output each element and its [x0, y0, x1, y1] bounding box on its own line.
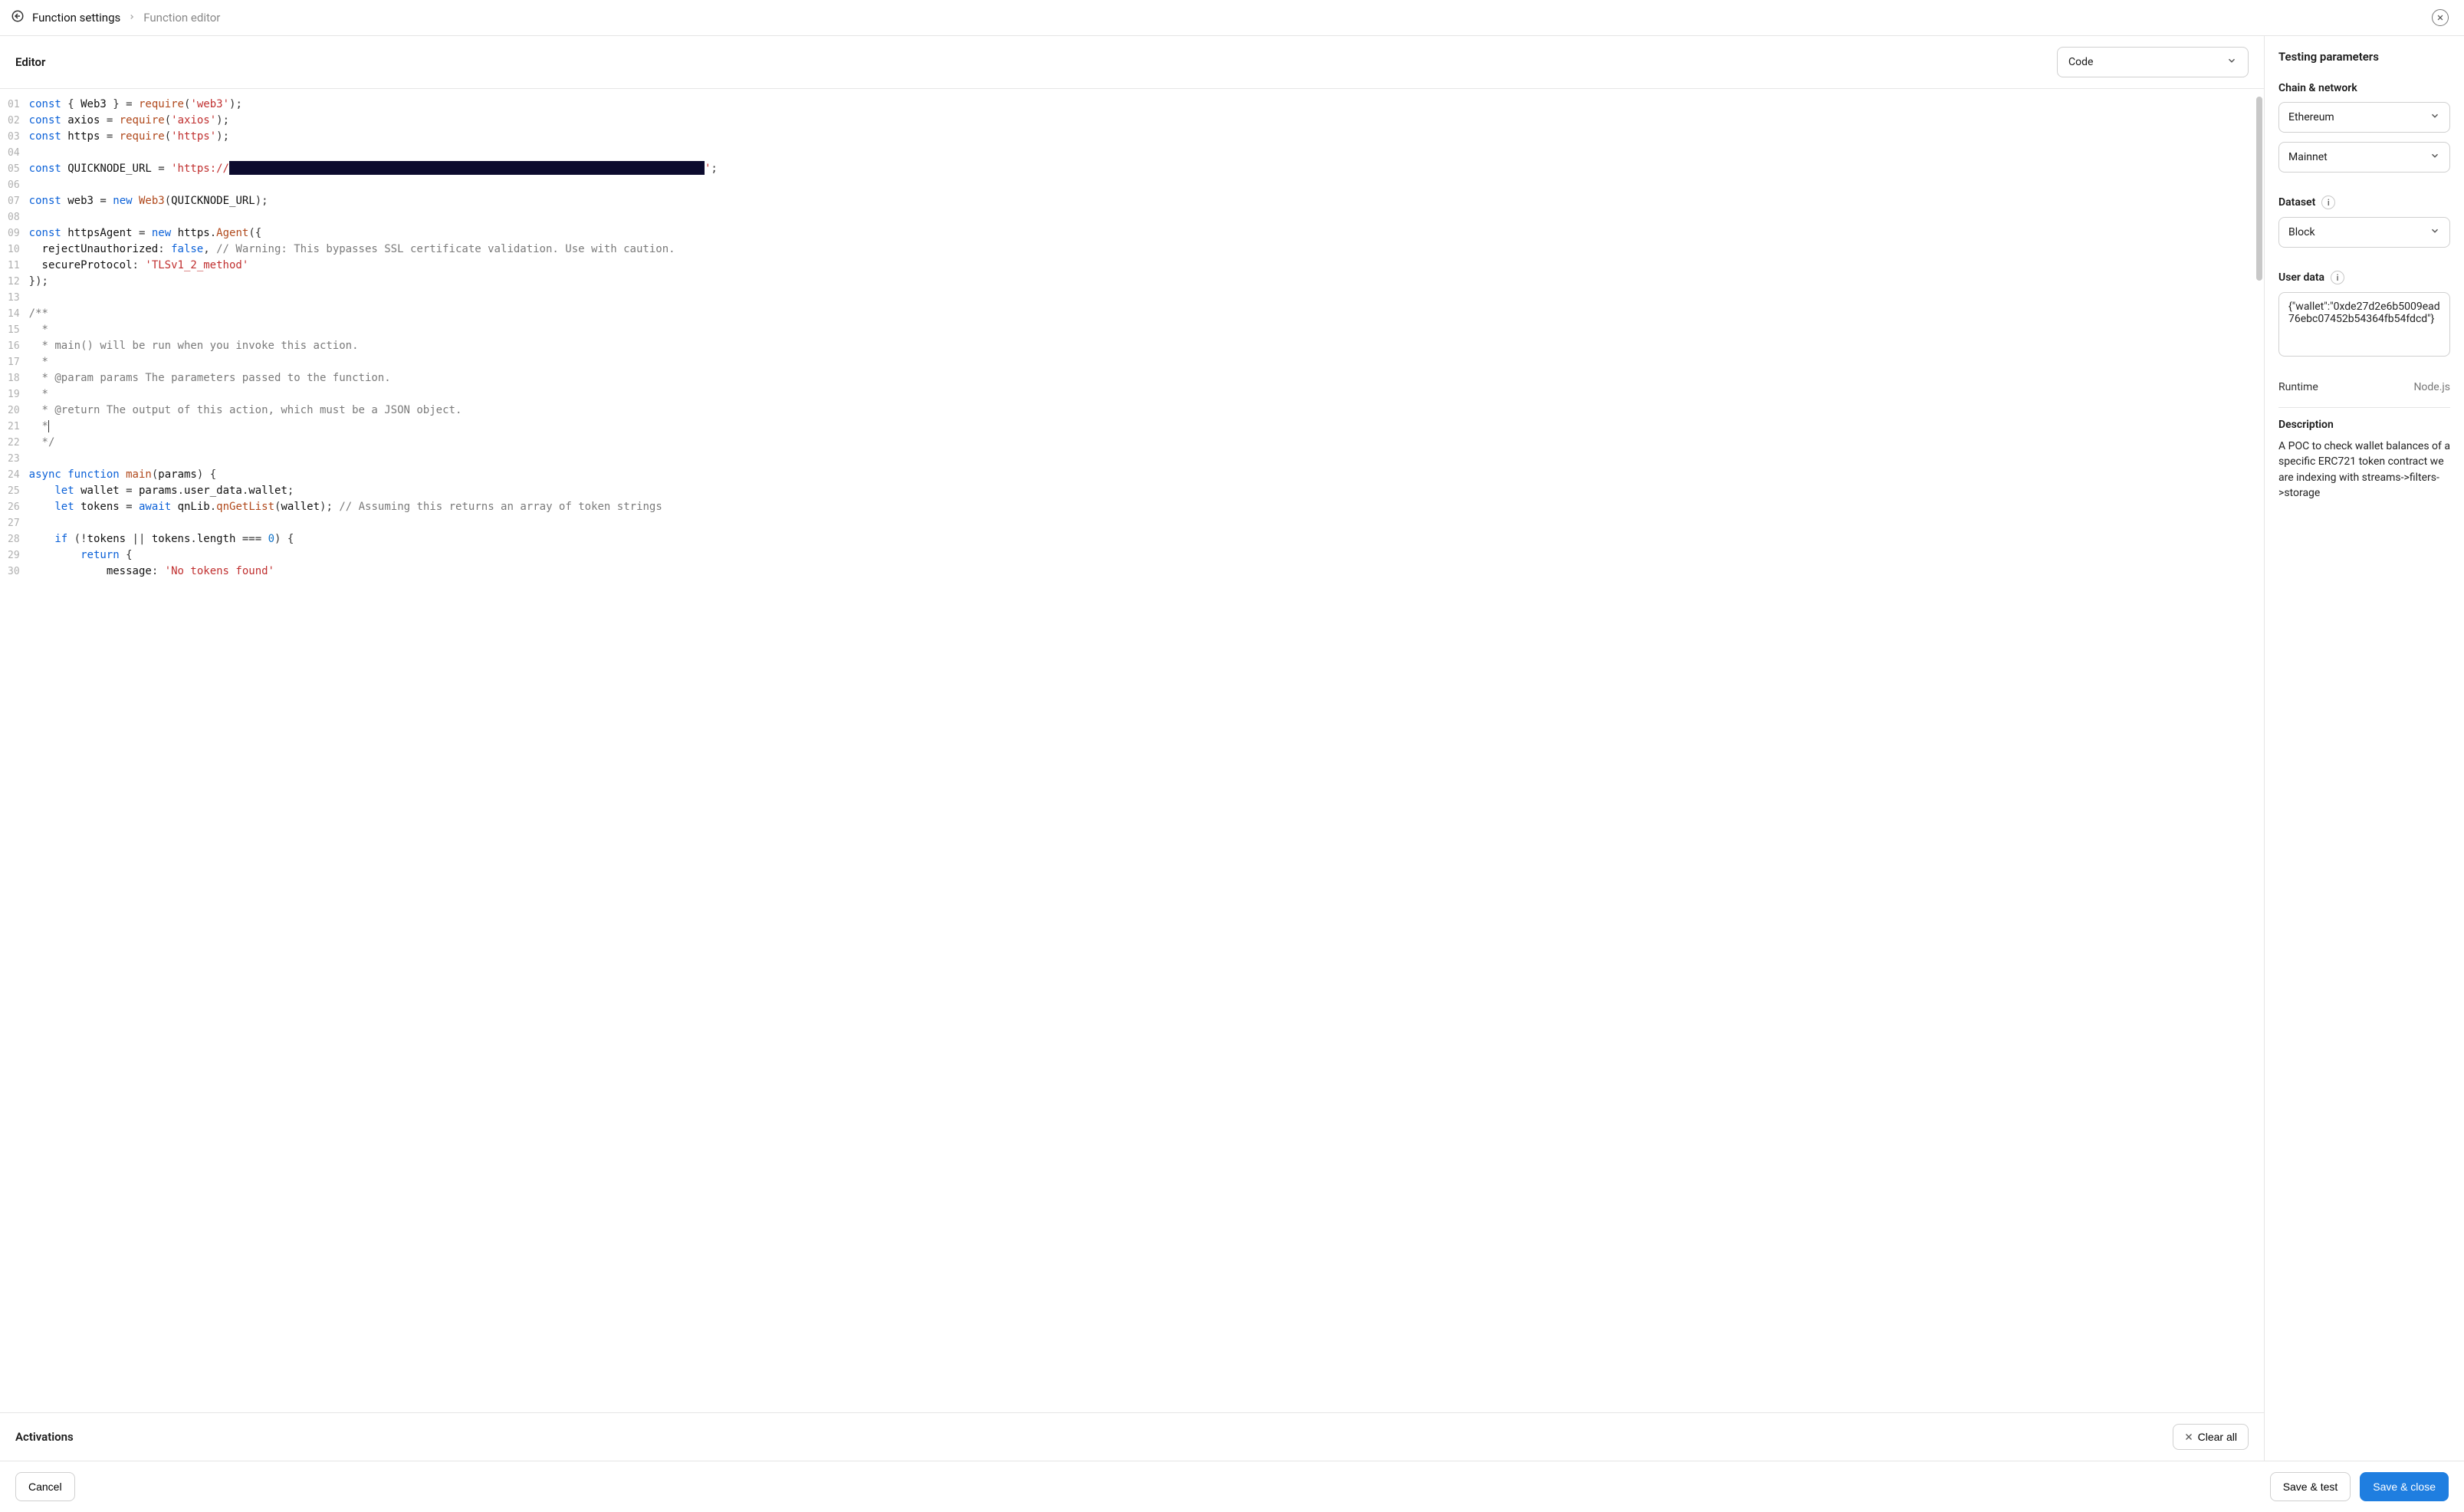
chevron-right-icon [128, 12, 136, 23]
editor-title: Editor [15, 55, 45, 69]
clear-all-label: Clear all [2198, 1431, 2237, 1443]
save-test-button[interactable]: Save & test [2270, 1472, 2351, 1501]
divider [2278, 407, 2450, 408]
info-icon[interactable]: i [2331, 271, 2344, 284]
activations-title: Activations [15, 1430, 74, 1444]
runtime-value: Node.js [2413, 381, 2450, 393]
testing-panel-title: Testing parameters [2278, 50, 2450, 64]
breadcrumb: Function settings Function editor [0, 0, 2464, 36]
description-text: A POC to check wallet balances of a spec… [2278, 439, 2450, 501]
dataset-value: Block [2288, 226, 2315, 238]
cancel-button[interactable]: Cancel [15, 1472, 75, 1501]
breadcrumb-editor: Function editor [143, 11, 220, 25]
chain-value: Ethereum [2288, 111, 2334, 123]
network-select[interactable]: Mainnet [2278, 142, 2450, 173]
chain-network-label: Chain & network [2278, 82, 2450, 94]
userdata-input[interactable]: {"wallet":"0xde27d2e6b5009ead76ebc07452b… [2278, 292, 2450, 357]
chevron-down-icon [2430, 225, 2440, 239]
close-button[interactable] [2432, 9, 2449, 26]
description-label: Description [2278, 419, 2450, 431]
chevron-down-icon [2430, 110, 2440, 124]
userdata-label: User data i [2278, 271, 2450, 284]
dataset-select[interactable]: Block [2278, 217, 2450, 248]
code-editor[interactable]: 0102030405060708091011121314151617181920… [0, 89, 2264, 1412]
chevron-down-icon [2226, 55, 2237, 69]
view-select[interactable]: Code [2057, 47, 2249, 77]
code-lines[interactable]: const { Web3 } = require('web3');const a… [26, 89, 2264, 587]
testing-panel: Testing parameters Chain & network Ether… [2265, 36, 2464, 1461]
view-select-value: Code [2068, 56, 2093, 68]
network-value: Mainnet [2288, 151, 2328, 163]
back-icon[interactable] [11, 9, 25, 26]
save-close-button[interactable]: Save & close [2360, 1472, 2449, 1501]
scrollbar-vertical[interactable] [2256, 97, 2262, 281]
dataset-label: Dataset i [2278, 196, 2450, 209]
info-icon[interactable]: i [2321, 196, 2335, 209]
x-icon [2184, 1432, 2193, 1441]
runtime-label: Runtime [2278, 381, 2318, 393]
chain-select[interactable]: Ethereum [2278, 102, 2450, 133]
line-gutter: 0102030405060708091011121314151617181920… [0, 89, 26, 587]
breadcrumb-settings[interactable]: Function settings [32, 11, 120, 25]
clear-all-button[interactable]: Clear all [2173, 1424, 2249, 1450]
chevron-down-icon [2430, 150, 2440, 164]
